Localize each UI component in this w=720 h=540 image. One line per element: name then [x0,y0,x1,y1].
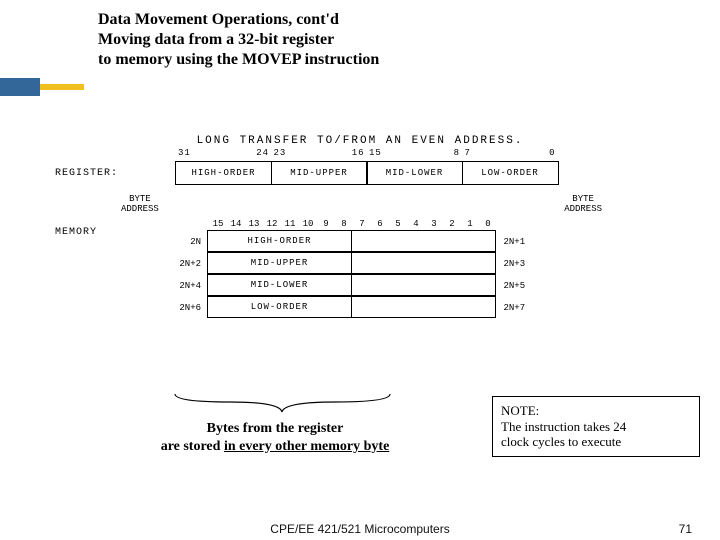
diagram-caption: LONG TRANSFER TO/FROM AN EVEN ADDRESS. [55,135,665,147]
mem-addr-right: 2N+3 [496,259,526,269]
note-box: NOTE: The instruction takes 24 clock cyc… [492,396,700,457]
reg-cell-text: LOW-ORDER [481,168,539,178]
title-line-3: to memory using the MOVEP instruction [98,50,379,70]
footer-page-number: 71 [679,522,692,536]
bit-col: 8 [335,219,353,229]
memory-row: 2N HIGH-ORDER 2N+1 [155,231,525,253]
note-line-3: clock cycles to execute [501,434,691,450]
bit-col: 11 [281,219,299,229]
bit-col: 12 [263,219,281,229]
caption-line-1: Bytes from the register [207,421,344,436]
bit-label: 8 [454,148,460,158]
mem-cell-empty [351,230,496,252]
mem-cell: LOW-ORDER [207,296,352,318]
bit-col: 14 [227,219,245,229]
memory-left-labels: BYTEADDRESS MEMORY [55,219,155,238]
reg-cell-low-order: 7 0 LOW-ORDER [462,161,559,185]
slide-title: Data Movement Operations, cont'd Moving … [98,10,379,70]
note-line-2: The instruction takes 24 [501,419,691,435]
bit-col: 13 [245,219,263,229]
memory-block: BYTEADDRESS MEMORY BYTEADDRESS 15 14 13 … [55,219,665,319]
footer-course: CPE/EE 421/521 Microcomputers [0,522,720,536]
bit-label: 15 [369,148,382,158]
memory-row: 2N+6 LOW-ORDER 2N+7 [155,297,525,319]
reg-cell-text: HIGH-ORDER [191,168,255,178]
mem-addr-right: 2N+1 [496,237,526,247]
mem-cell-empty [351,274,496,296]
mem-addr-left: 2N [155,237,207,247]
bit-col: 5 [389,219,407,229]
title-line-2: Moving data from a 32-bit register [98,30,379,50]
bit-col: 1 [461,219,479,229]
bit-col: 4 [407,219,425,229]
caption-line-2-prefix: are stored [161,439,224,454]
reg-cell-mid-upper: 23 16 MID-UPPER [271,161,368,185]
bit-col: 0 [479,219,497,229]
mem-addr-right: 2N+7 [496,303,526,313]
bit-col: 15 [209,219,227,229]
reg-cell-text: MID-UPPER [290,168,348,178]
mem-addr-left: 2N+6 [155,303,207,313]
memory-label: MEMORY [55,227,155,238]
bit-label: 24 [256,148,269,158]
bit-col: 2 [443,219,461,229]
mem-addr-left: 2N+4 [155,281,207,291]
movep-diagram: LONG TRANSFER TO/FROM AN EVEN ADDRESS. R… [55,135,665,319]
bit-col: 6 [371,219,389,229]
reg-cell-mid-lower: 15 8 MID-LOWER [366,161,463,185]
accent-blue-box [0,78,40,96]
memory-grid: BYTEADDRESS 15 14 13 12 11 10 9 8 7 6 5 … [155,219,525,319]
byte-address-label-right: BYTEADDRESS [553,195,613,215]
bit-col: 3 [425,219,443,229]
register-label: REGISTER: [55,168,155,179]
memory-bit-header: 15 14 13 12 11 10 9 8 7 6 5 4 3 2 1 0 [155,219,525,229]
mem-cell: MID-LOWER [207,274,352,296]
title-line-1: Data Movement Operations, cont'd [98,10,379,30]
brace-caption: Bytes from the register are stored in ev… [110,420,440,455]
bit-col: 7 [353,219,371,229]
mem-cell: MID-UPPER [207,252,352,274]
mem-addr-left: 2N+2 [155,259,207,269]
bit-label: 7 [465,148,471,158]
bit-col: 9 [317,219,335,229]
mem-cell-empty [351,296,496,318]
caption-line-2-underline: in every other memory byte [224,439,389,454]
reg-cell-high-order: 31 24 HIGH-ORDER [175,161,272,185]
mem-cell: HIGH-ORDER [207,230,352,252]
mem-cell-empty [351,252,496,274]
mem-addr-right: 2N+5 [496,281,526,291]
bit-label: 0 [549,148,555,158]
memory-row: 2N+2 MID-UPPER 2N+3 [155,253,525,275]
bit-label: 16 [352,148,365,158]
bit-col: 10 [299,219,317,229]
bit-label: 23 [274,148,287,158]
bit-label: 31 [178,148,191,158]
register-table: 31 24 HIGH-ORDER 23 16 MID-UPPER 15 8 MI… [175,161,559,185]
byte-address-label-left: BYTEADDRESS [121,195,159,215]
slide-accent [0,78,84,96]
note-heading: NOTE: [501,403,691,419]
reg-cell-text: MID-LOWER [386,168,444,178]
curly-brace-icon [170,392,395,414]
accent-yellow-bar [40,84,84,90]
register-row: REGISTER: 31 24 HIGH-ORDER 23 16 MID-UPP… [55,161,665,185]
memory-row: 2N+4 MID-LOWER 2N+5 [155,275,525,297]
